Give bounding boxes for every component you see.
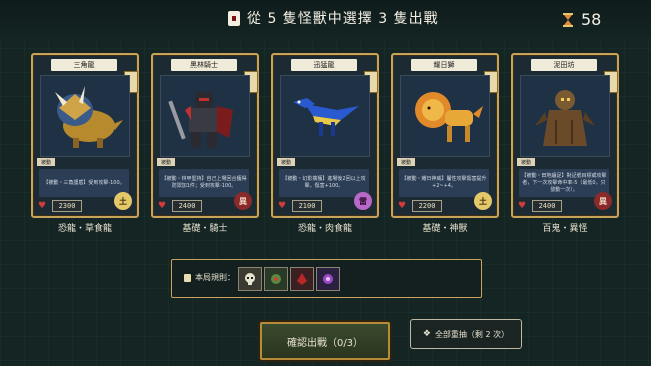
card-description: 【被動・林甲堅持】自己上場回合獲得防禦加1件；受到攻擊-100。 bbox=[159, 169, 249, 197]
card-type: 恐龍・肉食龍 bbox=[297, 224, 352, 234]
dice-icon: ❖ bbox=[422, 329, 431, 339]
monster-card-4[interactable]: 耀日獅 被動 【被動・耀日神威】屬性攻擊傷害提升+2~+4。 ♥ 2200 土 bbox=[391, 53, 499, 218]
confirm-button-label: 確認出戰（0/3） bbox=[286, 337, 364, 349]
dark-knight-icon bbox=[160, 75, 250, 157]
passive-tag: 被動 bbox=[397, 158, 416, 166]
sun-lion-icon bbox=[400, 75, 490, 157]
rules-label-text: 本局規則： bbox=[195, 273, 235, 282]
lightning-element-icon: 雷 bbox=[354, 192, 372, 210]
monster-card-1[interactable]: 三角龍 被動 【被動・三角護盾】受到攻擊-100。 ♥ 2300 土 bbox=[31, 53, 139, 218]
card-icon bbox=[228, 10, 240, 26]
skull-rule-icon[interactable] bbox=[238, 267, 262, 291]
heart-icon: ♥ bbox=[398, 201, 407, 211]
scroll-icon bbox=[184, 273, 191, 282]
card-name: 三角龍 bbox=[51, 59, 117, 71]
heart-icon: ♥ bbox=[38, 201, 47, 211]
strange-element-icon: 異 bbox=[594, 192, 612, 210]
monster-card-3[interactable]: 迅猛龍 被動 【被動・幻影擒獲】進場後2回以上攻擊，傷害+100。 ♥ 2100… bbox=[271, 53, 379, 218]
reroll-all-button[interactable]: ❖ 全部重抽（剩 2 次） bbox=[410, 319, 522, 349]
confirm-battle-button[interactable]: 確認出戰（0/3） bbox=[260, 322, 390, 360]
earth-element-icon: 土 bbox=[114, 192, 132, 210]
blood-rule-icon[interactable] bbox=[290, 267, 314, 291]
hp-value: 2200 bbox=[412, 200, 442, 212]
hp-value: 2400 bbox=[532, 200, 562, 212]
hourglass-icon bbox=[563, 12, 573, 27]
passive-tag: 被動 bbox=[277, 158, 296, 166]
reroll-button-label: 全部重抽（剩 2 次） bbox=[434, 329, 510, 339]
earth-element-icon: 土 bbox=[474, 192, 492, 210]
hp-value: 2400 bbox=[172, 200, 202, 212]
monster-card-2[interactable]: 黑林騎士 被動 【被動・林甲堅持】自己上場回合獲得防禦加1件；受到攻擊-100。… bbox=[151, 53, 259, 218]
passive-tag: 被動 bbox=[157, 158, 176, 166]
vine-rule-icon[interactable] bbox=[264, 267, 288, 291]
strange-element-icon: 異 bbox=[234, 192, 252, 210]
card-footer: ♥ 2300 土 bbox=[36, 192, 132, 213]
card-description: 【被動・耀日神威】屬性攻擊傷害提升+2~+4。 bbox=[399, 169, 489, 197]
card-footer: ♥ 2400 異 bbox=[516, 192, 612, 213]
card-type: 基礎・神獸 bbox=[422, 224, 468, 234]
page-title: 從 5 隻怪獸中選擇 3 隻出戰 bbox=[228, 8, 439, 28]
velociraptor-icon bbox=[280, 75, 370, 157]
hp-value: 2100 bbox=[292, 200, 322, 212]
card-type: 百鬼・異怪 bbox=[542, 224, 588, 234]
triceratops-icon bbox=[40, 75, 130, 157]
card-type: 恐龍・草食龍 bbox=[57, 224, 112, 234]
card-name: 黑林騎士 bbox=[171, 59, 237, 71]
countdown-timer: 58 bbox=[563, 10, 601, 29]
monster-card-5[interactable]: 泥田坊 被動 【被動・田地纏足】對記號目標或攻擊者，下一次攻擊命中率-5（最低0… bbox=[511, 53, 619, 218]
card-name: 耀日獅 bbox=[411, 59, 477, 71]
card-footer: ♥ 2200 土 bbox=[396, 192, 492, 213]
heart-icon: ♥ bbox=[518, 201, 527, 211]
rules-label: 本局規則： bbox=[184, 272, 235, 283]
heart-icon: ♥ bbox=[158, 201, 167, 211]
card-footer: ♥ 2400 異 bbox=[156, 192, 252, 213]
round-rules-panel: 本局規則： bbox=[171, 259, 482, 298]
card-description: 【被動・三角護盾】受到攻擊-100。 bbox=[39, 169, 129, 197]
card-description: 【被動・幻影擒獲】進場後2回以上攻擊，傷害+100。 bbox=[279, 169, 369, 197]
timer-value: 58 bbox=[581, 10, 602, 29]
card-description: 【被動・田地纏足】對記號目標或攻擊者，下一次攻擊命中率-5（最低0，只發動一次）… bbox=[519, 169, 609, 197]
purple-claw-rule-icon[interactable] bbox=[316, 267, 340, 291]
card-name: 泥田坊 bbox=[531, 59, 597, 71]
mud-ghost-icon bbox=[520, 75, 610, 157]
card-name: 迅猛龍 bbox=[291, 59, 357, 71]
passive-tag: 被動 bbox=[37, 158, 56, 166]
card-footer: ♥ 2100 雷 bbox=[276, 192, 372, 213]
page-title-text: 從 5 隻怪獸中選擇 3 隻出戰 bbox=[247, 11, 439, 27]
heart-icon: ♥ bbox=[278, 201, 287, 211]
passive-tag: 被動 bbox=[517, 158, 536, 166]
card-type: 基礎・騎士 bbox=[182, 224, 228, 234]
hp-value: 2300 bbox=[52, 200, 82, 212]
